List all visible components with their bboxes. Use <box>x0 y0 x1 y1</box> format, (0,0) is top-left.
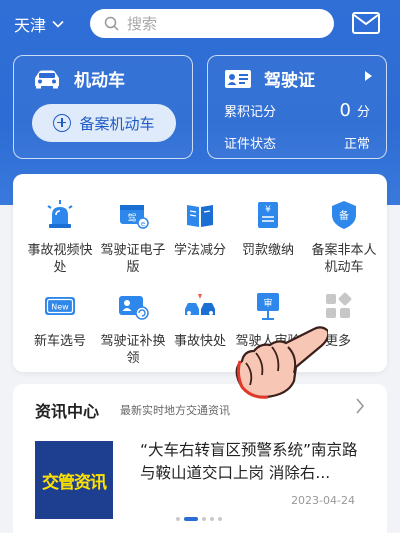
shield-icon: 备 <box>332 201 356 229</box>
vehicle-title-label: 机动车 <box>74 71 125 91</box>
svg-text:驾: 驾 <box>127 213 136 224</box>
news-headline[interactable]: “大车右转盲区预警系统”南京路与鞍山道交口上岗 消除右... <box>140 439 372 485</box>
news-title: 资讯中心 <box>35 402 100 421</box>
service-quick-accident[interactable]: 事故快处 <box>163 289 237 350</box>
svg-text:备: 备 <box>339 209 349 222</box>
book-icon <box>187 205 213 227</box>
service-label: 备案非本人机动车 <box>311 243 377 275</box>
service-label: 学法减分 <box>173 243 226 258</box>
chevron-right-icon[interactable] <box>355 398 365 414</box>
license-card-title: 驾驶证 <box>224 66 315 91</box>
svg-text:审: 审 <box>263 297 272 309</box>
license-replace-icon <box>119 296 149 320</box>
city-label: 天津 <box>14 16 47 35</box>
register-vehicle-label: 备案机动车 <box>79 114 155 133</box>
svg-text:New: New <box>51 303 69 312</box>
siren-icon <box>47 200 73 228</box>
service-label: 罚款缴纳 <box>241 243 294 258</box>
news-subtitle: 最新实时地方交通资讯 <box>120 404 230 417</box>
service-register-other-vehicle[interactable]: 备 备案非本人机动车 <box>307 198 381 276</box>
service-label: 驾驶证补换领 <box>100 334 166 366</box>
mail-icon[interactable] <box>352 12 380 34</box>
service-label: 新车选号 <box>33 334 86 349</box>
news-thumbnail[interactable]: 交管资讯 <box>35 441 113 519</box>
services-grid: 事故视频快处 驾 e 驾驶证电子版 学法减分 ¥ 罚款缴纳 备 备案非本人机动车… <box>13 174 387 372</box>
service-fine-payment[interactable]: ¥ 罚款缴纳 <box>231 198 305 259</box>
register-vehicle-button[interactable]: 备案机动车 <box>32 104 176 142</box>
car-accident-icon <box>185 294 215 315</box>
vehicle-card-title: 机动车 <box>32 66 125 91</box>
plus-circle-icon <box>53 114 72 132</box>
service-license-replace[interactable]: 驾驶证补换领 <box>96 289 170 367</box>
arrow-right-icon <box>365 71 372 81</box>
service-e-license[interactable]: 驾 e 驾驶证电子版 <box>96 198 170 276</box>
payment-icon: ¥ <box>258 202 278 228</box>
more-icon <box>326 292 352 318</box>
service-label: 事故视频快处 <box>27 243 93 275</box>
news-date: 2023-04-24 <box>291 494 355 507</box>
license-title-label: 驾驶证 <box>264 71 315 91</box>
search-icon <box>104 16 119 31</box>
search-placeholder: 搜索 <box>127 15 158 33</box>
carousel-indicator <box>176 517 222 521</box>
car-icon <box>35 70 59 88</box>
pointing-hand-icon <box>235 326 328 399</box>
search-bar[interactable]: 搜索 <box>90 9 334 38</box>
news-thumb-text: 交管资讯 <box>42 472 107 493</box>
license-card[interactable]: 驾驶证 累积记分 0分 证件状态 正常 <box>207 55 387 159</box>
chevron-down-icon <box>52 20 64 28</box>
service-study-law[interactable]: 学法减分 <box>163 198 237 259</box>
id-card-icon <box>225 69 251 88</box>
city-selector[interactable]: 天津 <box>14 12 65 36</box>
points-row: 累积记分 0分 <box>224 100 370 121</box>
new-plate-icon: New <box>45 297 75 315</box>
service-label: 驾驶证电子版 <box>100 243 166 275</box>
status-value: 正常 <box>343 137 370 152</box>
vehicle-card[interactable]: 机动车 备案机动车 <box>13 55 193 159</box>
news-center: 资讯中心 最新实时地方交通资讯 交管资讯 “大车右转盲区预警系统”南京路与鞍山道… <box>13 384 387 533</box>
points-label: 累积记分 <box>224 105 277 120</box>
e-license-icon: 驾 e <box>120 205 149 229</box>
svg-text:e: e <box>141 220 145 228</box>
service-new-plate[interactable]: New 新车选号 <box>23 289 97 350</box>
points-unit: 分 <box>356 105 370 120</box>
status-label: 证件状态 <box>224 137 277 152</box>
points-value: 0 <box>339 100 351 121</box>
status-row: 证件状态 正常 <box>224 133 370 152</box>
review-icon: 审 <box>257 293 279 320</box>
service-label: 事故快处 <box>173 334 226 349</box>
svg-text:¥: ¥ <box>265 205 271 215</box>
service-accident-video[interactable]: 事故视频快处 <box>23 198 97 276</box>
